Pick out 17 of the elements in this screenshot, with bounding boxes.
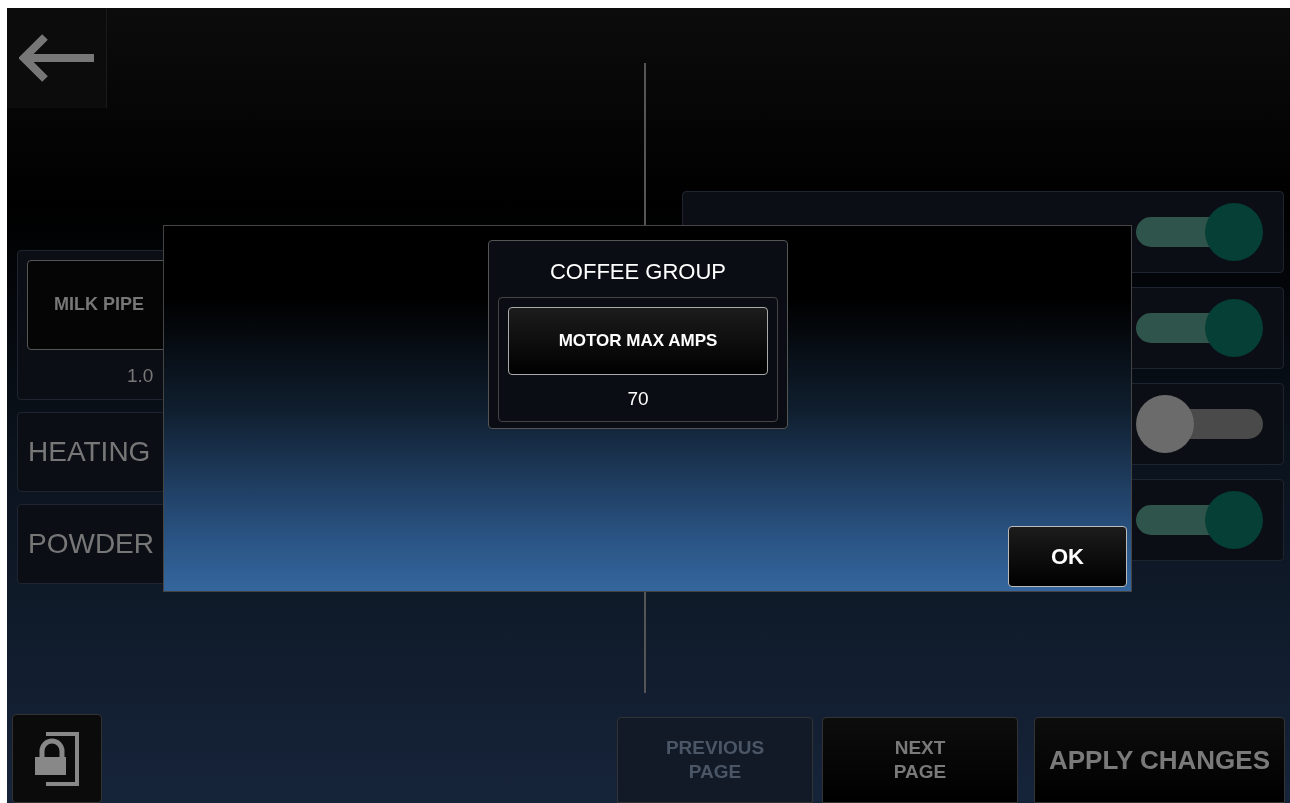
toggle-switch[interactable] [1136, 203, 1263, 261]
setting-value: 1.0 [127, 363, 155, 388]
parameter-button[interactable]: MOTOR MAX AMPS [508, 307, 768, 375]
toggle-switch[interactable] [1136, 395, 1263, 453]
ok-button[interactable]: OK [1008, 526, 1127, 587]
lock-button[interactable] [12, 714, 102, 803]
toggle-switch[interactable] [1136, 299, 1263, 357]
back-button[interactable] [7, 8, 107, 108]
page-button[interactable]: APPLY CHANGES [1034, 717, 1285, 803]
toggle-switch[interactable] [1136, 491, 1263, 549]
back-arrow-icon [18, 34, 95, 82]
group-title: COFFEE GROUP [550, 261, 726, 283]
lock-door-icon [32, 730, 82, 787]
page-button[interactable]: NEXT PAGE [822, 717, 1018, 803]
parameter-value: 70 [627, 389, 649, 408]
setting-label: POWDER [28, 527, 154, 561]
setting-label: HEATING [28, 435, 151, 469]
